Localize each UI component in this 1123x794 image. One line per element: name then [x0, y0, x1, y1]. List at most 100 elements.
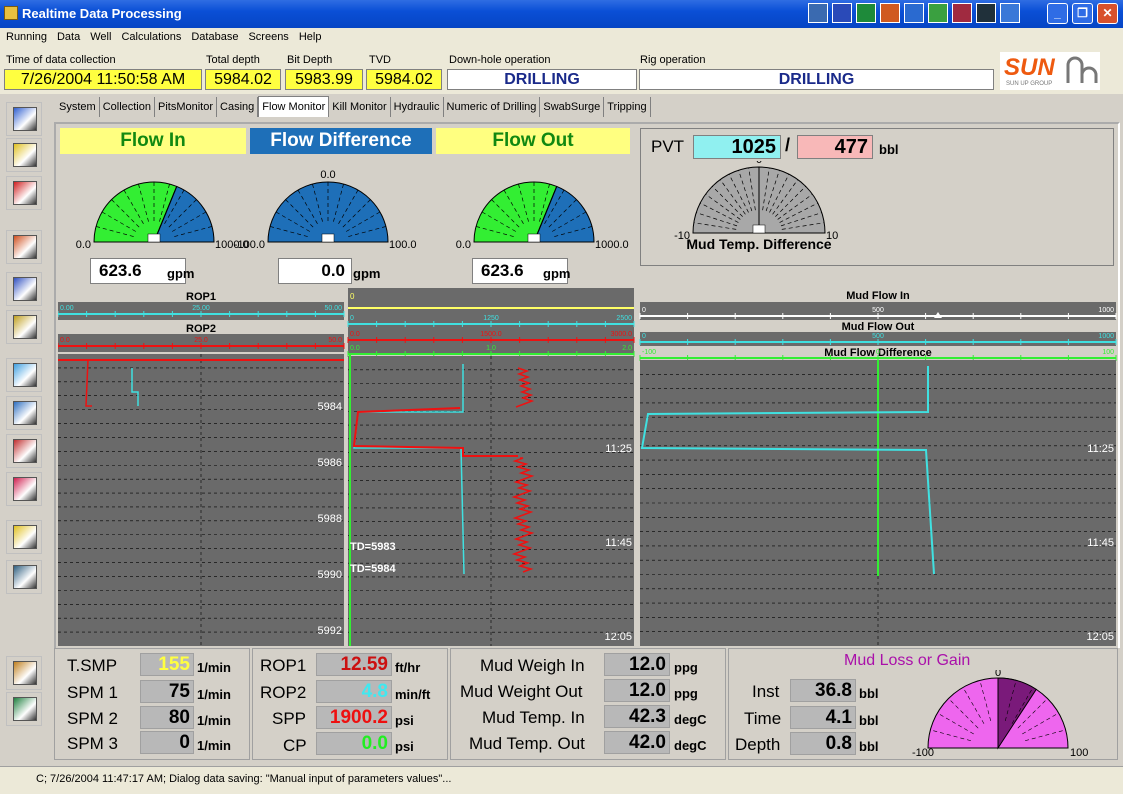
right-time-label: 11:45 [1087, 537, 1114, 549]
log-tracks: ROP10.00 25.00 50.00ROP20.0 25.0 50.05984598… [58, 288, 1117, 648]
downhole-value: DRILLING [447, 69, 637, 90]
mud-loss-gauge-top: 0 [995, 670, 1001, 679]
mud-flow-in-tick-label: 500 [872, 307, 884, 314]
monitor-icon[interactable] [976, 3, 996, 23]
tab-swabsurge[interactable]: SwabSurge [540, 97, 605, 117]
time-unit-ml: bbl [859, 713, 879, 728]
mud-loss-title: Mud Loss or Gain [844, 652, 971, 669]
menu-screens[interactable]: Screens [242, 28, 292, 43]
menu-calculations[interactable]: Calculations [115, 28, 185, 43]
spm3-unit: 1/min [197, 738, 231, 753]
sum-str-button[interactable] [6, 396, 42, 430]
flow-diff-gauge-hub [321, 233, 335, 243]
database-button[interactable] [6, 520, 42, 554]
flow-in-title: Flow In [60, 128, 246, 154]
rop1-value: 12.59 [316, 653, 392, 676]
access-icon[interactable] [952, 3, 972, 23]
mid-time-label: 11:45 [605, 537, 632, 549]
computer-button[interactable] [6, 560, 42, 594]
menu-running[interactable]: Running [0, 28, 51, 43]
mud-loss-gauge-min: -100 [912, 747, 934, 759]
tab-casing[interactable]: Casing [217, 97, 259, 117]
minimize-button[interactable]: _ [1047, 3, 1068, 24]
rig-label: Rig operation [640, 54, 706, 66]
tab-collection[interactable]: Collection [100, 97, 155, 117]
computer-icon [13, 565, 37, 589]
excel-icon[interactable] [856, 3, 876, 23]
header-info: Time of data collection 7/26/2004 11:50:… [0, 48, 1123, 94]
mt-out-value: 42.0 [604, 731, 670, 754]
flow-monitor-button[interactable] [6, 230, 42, 264]
depth-label-ml: Depth [735, 735, 781, 754]
flow-diff-gauge-min-label: -100.0 [234, 239, 265, 251]
depth-label: 5988 [318, 513, 342, 525]
pipe-up-button[interactable] [6, 102, 42, 136]
spm2-unit: 1/min [197, 713, 231, 728]
mud-temp-gauge-top-label: 0 [756, 161, 762, 166]
sum-rpm-icon [13, 439, 37, 463]
word-icon[interactable] [832, 3, 852, 23]
pvt-unit: bbl [879, 142, 899, 157]
tools-icon [13, 661, 37, 685]
flow-diff-value: 0.0 [278, 258, 352, 284]
rig-value: DRILLING [639, 69, 994, 90]
numeric-panel: T.SMP 155 1/min SPM 1 75 1/min SPM 2 80 … [54, 648, 1120, 764]
mid-scale1-tick-label: 0 [350, 315, 354, 322]
menu-database[interactable]: Database [185, 28, 242, 43]
flow-out-gauge-hub [527, 233, 541, 243]
close-button[interactable]: ✕ [1097, 3, 1118, 24]
tab-tripping[interactable]: Tripping [604, 97, 651, 117]
right-time-label: 12:05 [1086, 631, 1114, 643]
time-value-ml: 4.1 [790, 706, 856, 729]
pumping-cycle-icon [13, 477, 37, 501]
tray-app-icon[interactable] [808, 3, 828, 23]
pipe-down-button[interactable] [6, 176, 42, 210]
flow-in-unit: gpm [167, 266, 195, 281]
rop1-label: ROP1 [260, 656, 307, 675]
book-button[interactable] [6, 310, 42, 344]
balance-button[interactable] [6, 272, 42, 306]
restore-button[interactable]: ❐ [1072, 3, 1093, 24]
publisher-icon[interactable] [928, 3, 948, 23]
cp-label: CP [283, 736, 307, 755]
mud-flow-out-tick-label: 500 [872, 333, 884, 340]
mid-scale1-tick-label: 1250 [483, 315, 499, 322]
rop1-tick-label: 0.00 [60, 305, 74, 312]
window-title: Realtime Data Processing [22, 6, 182, 21]
depth-label: 5984 [318, 401, 342, 413]
logo-text: SUN [1004, 54, 1055, 81]
tab-numeric-of-drilling[interactable]: Numeric of Drilling [444, 97, 541, 117]
mud-flow-in-tick-label: 0 [642, 307, 646, 314]
powerpoint-icon[interactable] [880, 3, 900, 23]
mid-scale3-tick-label: 2.0 [622, 345, 632, 352]
network-icon[interactable] [1000, 3, 1020, 23]
menu-help[interactable]: Help [293, 28, 326, 43]
mid-scale1-tick-label: 2500 [616, 315, 632, 322]
gain-loss-button[interactable] [6, 358, 42, 392]
spm2-value: 80 [140, 706, 194, 729]
outlook-icon[interactable] [904, 3, 924, 23]
flow-out-unit: gpm [543, 266, 571, 281]
grid-tools-button[interactable] [6, 692, 42, 726]
title-bar[interactable]: Realtime Data Processing _ ❐ ✕ [0, 0, 1123, 28]
pvt-separator: / [785, 135, 791, 155]
mt-out-unit: degC [674, 738, 707, 753]
tab-system[interactable]: System [56, 97, 100, 117]
tools-button[interactable] [6, 656, 42, 690]
tab-flow-monitor[interactable]: Flow Monitor [258, 96, 330, 117]
flow-out-gauge-min-label: 0.0 [456, 239, 471, 251]
menu-data[interactable]: Data [51, 28, 84, 43]
tsmp-label: T.SMP [67, 656, 118, 675]
pvt-label: PVT [651, 137, 685, 156]
pumping-cycle-button[interactable] [6, 472, 42, 506]
tab-pitsmonitor[interactable]: PitsMonitor [155, 97, 218, 117]
tab-hydraulic[interactable]: Hydraulic [391, 97, 444, 117]
tab-kill-monitor[interactable]: Kill Monitor [329, 97, 391, 117]
rop1-tick-label: 50.00 [324, 305, 342, 312]
menu-well[interactable]: Well [84, 28, 115, 43]
pipe-info-icon [13, 143, 37, 167]
tvd-value: 5984.02 [366, 69, 442, 90]
sum-rpm-button[interactable] [6, 434, 42, 468]
pipe-info-button[interactable] [6, 138, 42, 172]
mt-in-label: Mud Temp. In [482, 708, 585, 727]
